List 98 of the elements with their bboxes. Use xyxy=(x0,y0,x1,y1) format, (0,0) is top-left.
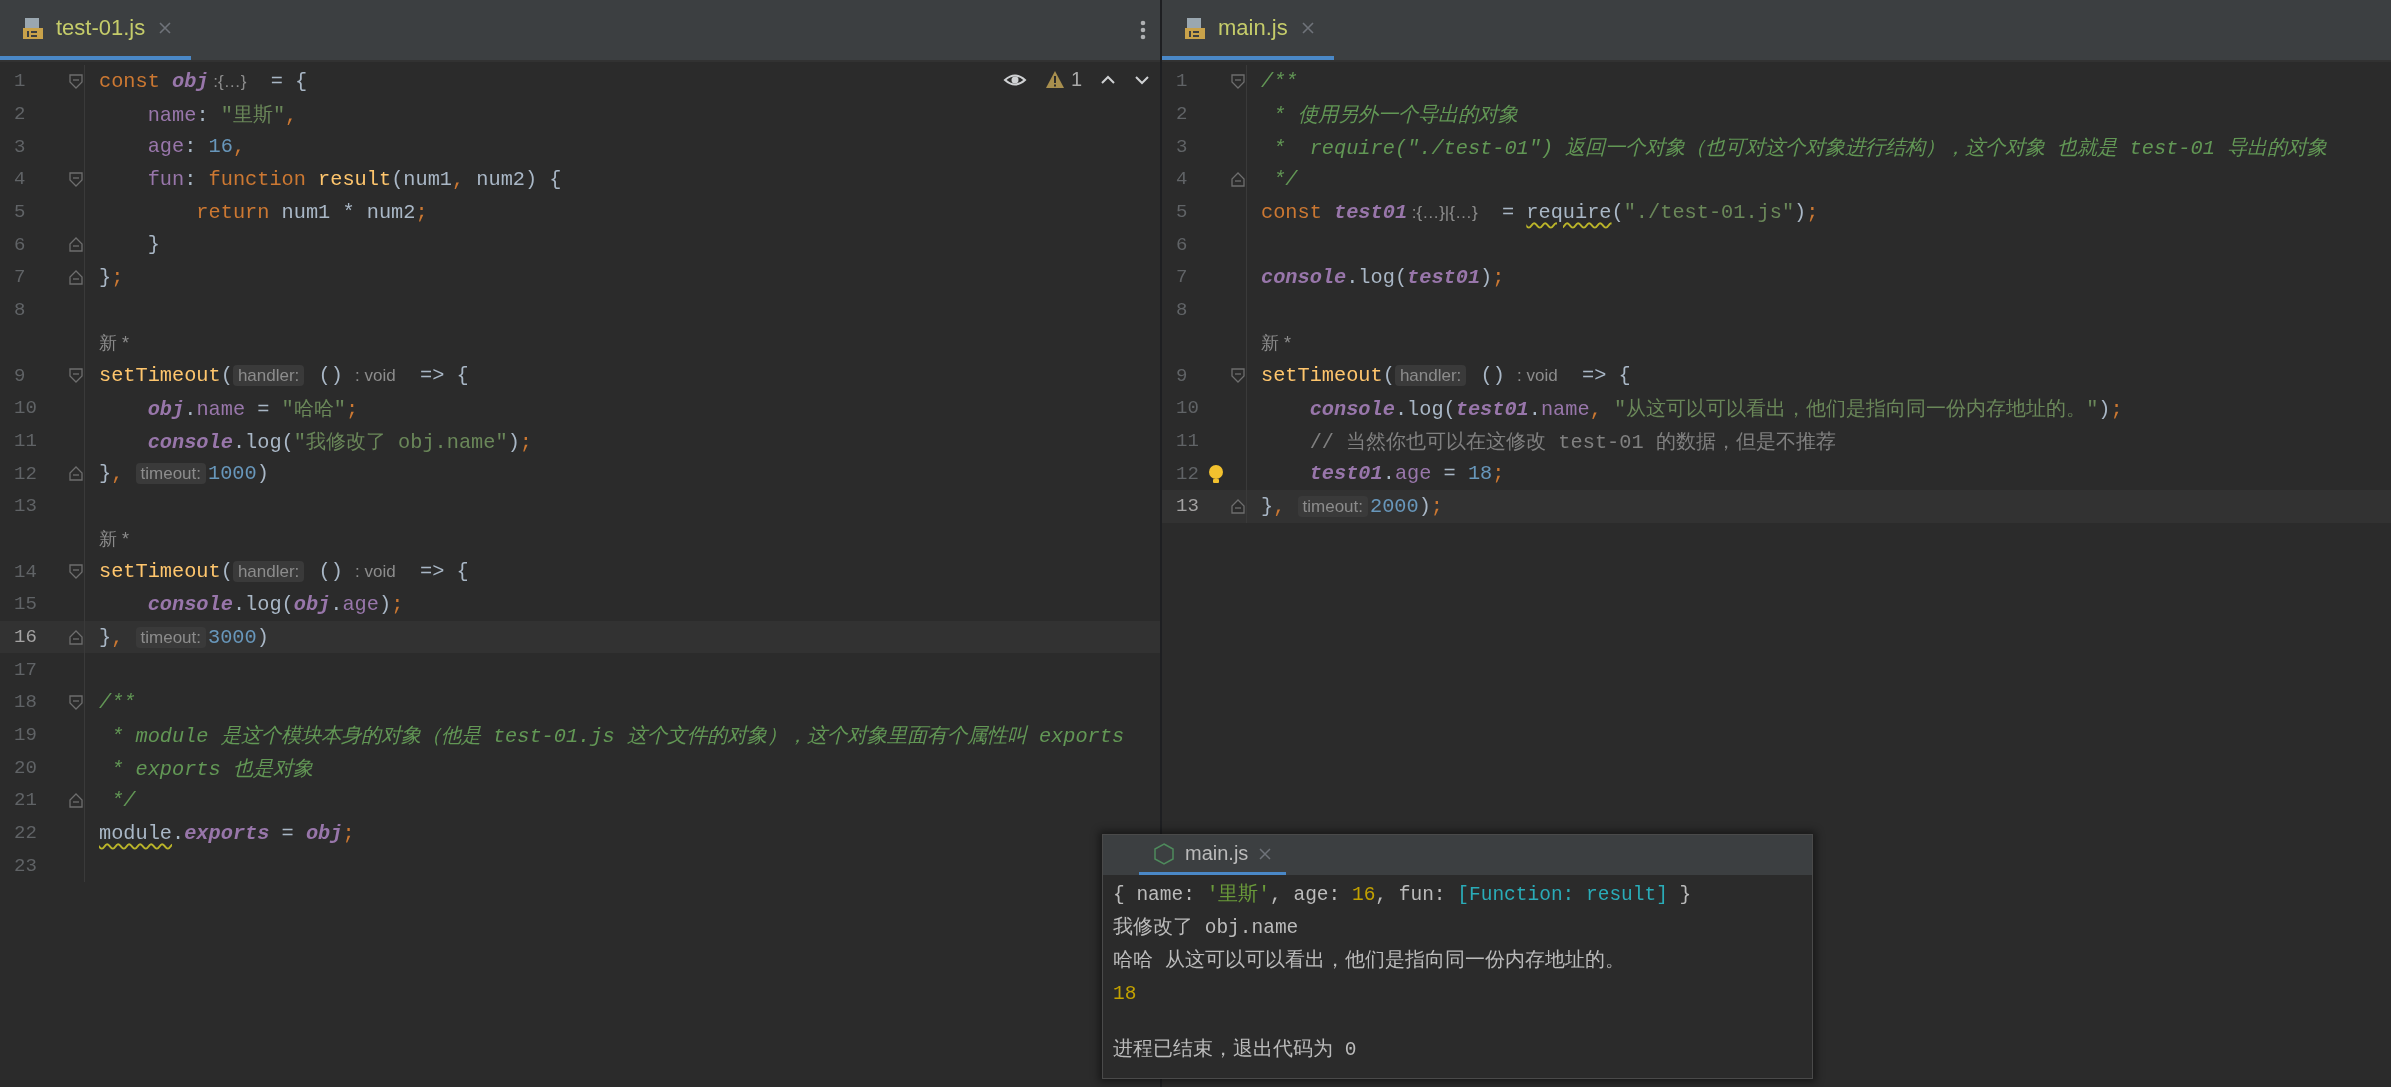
line-number: 23 xyxy=(13,854,38,877)
unfold-icon[interactable] xyxy=(1231,498,1245,514)
code-line: // 当然你也可以在这修改 test-01 的数据，但是不推荐 xyxy=(1308,429,1836,455)
fold-icon[interactable] xyxy=(69,171,83,187)
line-number: 5 xyxy=(13,201,27,224)
code-line: console.log(test01.name, "从这可以可以看出，他们是指向同一份内存地址的。"); xyxy=(1308,397,2123,423)
line-number: 6 xyxy=(1175,233,1189,256)
warning-count[interactable]: 1 xyxy=(1070,68,1082,91)
line-number: 13 xyxy=(1175,495,1200,518)
line-number: 21 xyxy=(13,789,38,812)
unfold-icon[interactable] xyxy=(69,237,83,253)
line-number: 4 xyxy=(13,168,27,191)
fold-icon[interactable] xyxy=(69,694,83,710)
code-line: * require("./test-01") 返回一个对象（也可对这个对象进行结构），这个对象 也就是 test-01 导出的对象 xyxy=(1272,135,2327,161)
code-line: test01.age = 18; xyxy=(1308,462,1505,486)
line-number: 8 xyxy=(1175,299,1189,322)
console-output-line: 哈哈 从这可以可以看出，他们是指向同一份内存地址的。 xyxy=(1113,948,1626,974)
unfold-icon[interactable] xyxy=(69,269,83,285)
line-number: 15 xyxy=(13,593,38,616)
code-line: console.log(obj.age); xyxy=(146,592,404,616)
code-line: age: 16, xyxy=(146,135,246,159)
close-icon[interactable] xyxy=(157,20,174,36)
close-icon[interactable] xyxy=(1299,20,1316,36)
line-number: 9 xyxy=(1175,364,1189,387)
unfold-icon[interactable] xyxy=(1231,171,1245,187)
line-number: 22 xyxy=(13,822,38,845)
warning-icon[interactable] xyxy=(1044,70,1065,89)
code-line: setTimeout( handler: () : void => { xyxy=(99,364,469,388)
line-number: 7 xyxy=(1175,266,1189,289)
unfold-icon[interactable] xyxy=(69,629,83,645)
close-icon[interactable] xyxy=(1258,846,1273,861)
line-number: 8 xyxy=(13,299,27,322)
console-output-line: { name: '里斯', age: 16, fun: [Function: result] } xyxy=(1113,882,1693,908)
fold-icon[interactable] xyxy=(1231,73,1245,89)
author-hint[interactable]: 新 * xyxy=(99,526,129,551)
fold-icon[interactable] xyxy=(69,564,83,580)
line-number: 5 xyxy=(1175,201,1189,224)
js-file-icon xyxy=(1184,17,1206,39)
code-line: }, timeout: 1000) xyxy=(99,462,269,486)
console-output-line: 进程已结束，退出代码为 0 xyxy=(1113,1037,1358,1063)
code-line: return num1 * num2; xyxy=(195,200,428,224)
author-hint[interactable]: 新 * xyxy=(99,330,129,355)
code-line: }, timeout: 2000); xyxy=(1261,494,1444,518)
code-line: */ xyxy=(1272,167,1298,191)
line-number: 7 xyxy=(13,266,27,289)
line-number: 1 xyxy=(1175,70,1189,93)
unfold-icon[interactable] xyxy=(69,792,83,808)
line-number: 10 xyxy=(13,397,38,420)
line-number: 6 xyxy=(13,233,27,256)
code-line: }; xyxy=(99,265,124,289)
line-number: 4 xyxy=(1175,168,1189,191)
code-line: setTimeout( handler: () : void => { xyxy=(99,560,469,584)
line-number: 2 xyxy=(1175,103,1189,126)
lightbulb-icon[interactable] xyxy=(1208,463,1224,484)
line-number: 20 xyxy=(13,756,38,779)
code-line: */ xyxy=(110,788,136,812)
line-number: 13 xyxy=(13,495,38,518)
code-line: * exports 也是对象 xyxy=(110,756,313,782)
code-line: console.log(test01); xyxy=(1261,265,1505,289)
fold-icon[interactable] xyxy=(69,368,83,384)
code-line: setTimeout( handler: () : void => { xyxy=(1261,364,1631,388)
author-hint[interactable]: 新 * xyxy=(1261,330,1291,355)
js-file-icon xyxy=(22,17,44,39)
code-line: module.exports = obj; xyxy=(99,821,355,845)
code-line: obj.name = "哈哈"; xyxy=(146,397,359,423)
code-line: * 使用另外一个导出的对象 xyxy=(1272,103,1518,129)
code-line: const obj :{…} = { xyxy=(99,69,308,93)
console-output-line: 我修改了 obj.name xyxy=(1113,915,1300,941)
more-icon[interactable] xyxy=(1140,20,1146,40)
fold-icon[interactable] xyxy=(69,73,83,89)
code-line: }, timeout: 3000) xyxy=(99,625,269,649)
line-number: 9 xyxy=(13,364,27,387)
line-number: 3 xyxy=(1175,135,1189,158)
line-number: 14 xyxy=(13,560,38,583)
line-number: 18 xyxy=(13,691,38,714)
line-number: 17 xyxy=(13,658,38,681)
code-line: * module 是这个模块本身的对象（他是 test-01.js 这个文件的对象），这个对象里面有个属性叫 exports xyxy=(110,724,1125,750)
hexagon-icon xyxy=(1153,842,1175,865)
unfold-icon[interactable] xyxy=(69,466,83,482)
line-number: 12 xyxy=(1175,462,1200,485)
code-line: } xyxy=(146,233,160,257)
line-number: 12 xyxy=(13,462,38,485)
code-line: /** xyxy=(1261,69,1298,93)
line-number: 10 xyxy=(1175,397,1200,420)
code-line: /** xyxy=(99,690,136,714)
line-number: 2 xyxy=(13,103,27,126)
line-number: 1 xyxy=(13,70,27,93)
code-line: fun: function result(num1, num2) { xyxy=(146,167,562,191)
console-output-line: 18 xyxy=(1113,982,1138,1007)
line-number: 16 xyxy=(13,626,38,649)
line-number: 11 xyxy=(13,429,38,452)
fold-icon[interactable] xyxy=(1231,368,1245,384)
line-number: 19 xyxy=(13,724,38,747)
line-number: 11 xyxy=(1175,429,1200,452)
code-line: name: "里斯", xyxy=(146,103,298,129)
code-line: console.log("我修改了 obj.name"); xyxy=(146,429,532,455)
code-line: const test01 :{…}|{…} = require("./test-01.js"); xyxy=(1261,200,1819,224)
line-number: 3 xyxy=(13,135,27,158)
